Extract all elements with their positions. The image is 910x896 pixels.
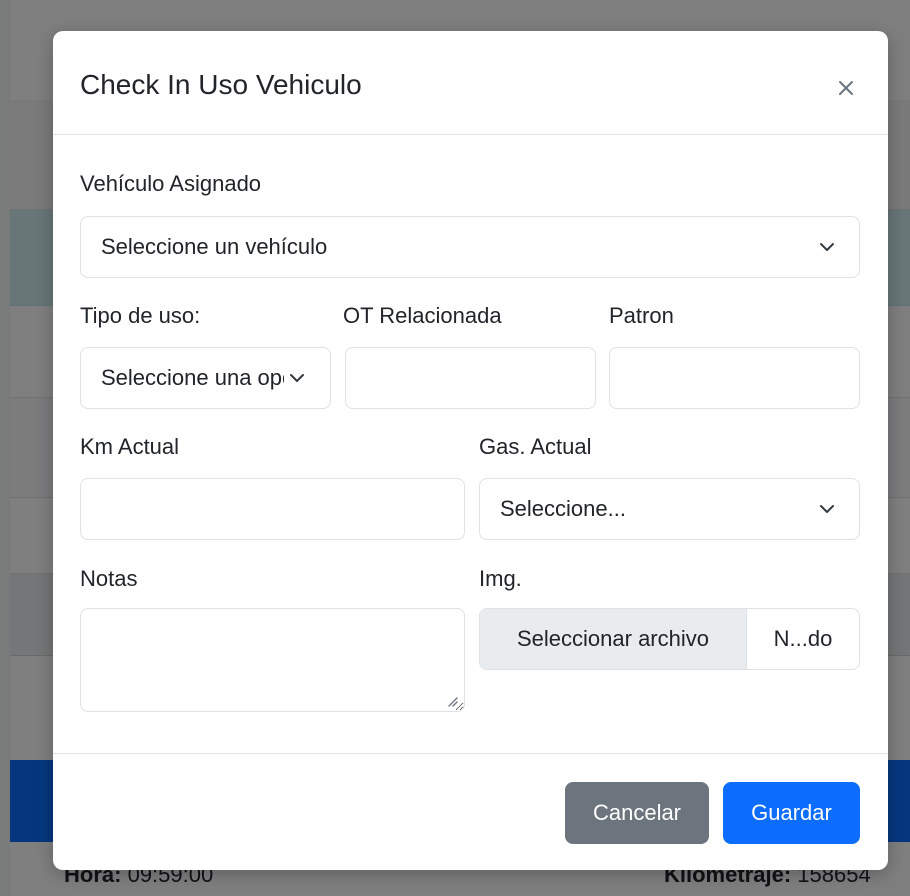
image-label: Img. (479, 566, 522, 591)
file-name-text: N...do (773, 626, 833, 651)
work-order-input[interactable] (345, 347, 596, 409)
modal-header: Check In Uso Vehiculo (53, 31, 888, 135)
pattern-label: Patron (609, 303, 674, 328)
current-gas-select-value: Seleccione... (500, 496, 626, 521)
choose-file-button[interactable]: Seleccionar archivo (480, 609, 747, 669)
notes-label: Notas (80, 566, 138, 591)
resize-grip-icon[interactable] (446, 695, 458, 707)
check-in-modal: Check In Uso Vehiculo Vehículo Asignado … (53, 31, 888, 870)
current-gas-label: Gas. Actual (479, 434, 592, 459)
vehicle-select[interactable]: Seleccione un vehículo (80, 216, 860, 278)
cancel-button[interactable]: Cancelar (565, 782, 709, 844)
chevron-down-icon (289, 370, 305, 386)
usage-type-select-value: Seleccione una opción (101, 365, 284, 390)
modal-title: Check In Uso Vehiculo (80, 69, 362, 100)
current-km-input[interactable] (80, 478, 465, 540)
chevron-down-icon (819, 501, 835, 517)
close-icon (839, 81, 853, 95)
modal-footer: Cancelar Guardar (53, 753, 888, 870)
image-file-input[interactable]: Seleccionar archivo N...do (479, 608, 860, 670)
close-button[interactable] (829, 71, 863, 105)
current-km-label: Km Actual (80, 434, 180, 459)
save-button[interactable]: Guardar (723, 782, 860, 844)
notes-textarea[interactable] (80, 608, 465, 712)
pattern-input[interactable] (609, 347, 860, 409)
vehicle-label: Vehículo Asignado (80, 171, 262, 196)
work-order-label: OT Relacionada (343, 303, 502, 328)
chevron-down-icon (819, 239, 835, 255)
vehicle-select-value: Seleccione un vehículo (101, 234, 328, 259)
current-gas-select[interactable]: Seleccione... (479, 478, 860, 540)
usage-type-select[interactable]: Seleccione una opción (80, 347, 331, 409)
usage-type-label: Tipo de uso: (80, 303, 201, 328)
